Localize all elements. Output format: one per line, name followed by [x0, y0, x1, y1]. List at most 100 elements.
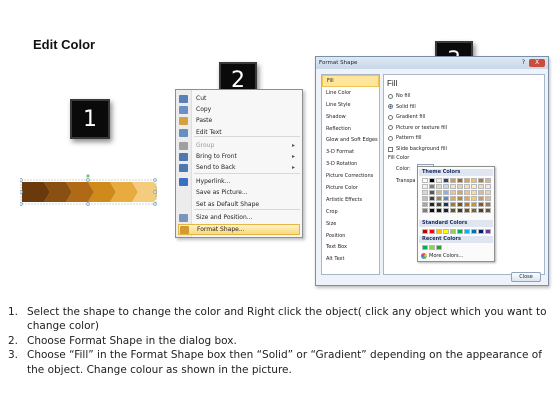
color-swatch[interactable] — [464, 196, 470, 201]
color-swatch[interactable] — [471, 229, 477, 234]
nav-item-3-d-format[interactable]: 3-D Format — [322, 146, 379, 158]
color-swatch[interactable] — [457, 178, 463, 183]
close-button[interactable]: Close — [511, 272, 541, 282]
menu-item-bring-to-front[interactable]: Bring to Front ▸ — [178, 151, 300, 162]
color-swatch[interactable] — [422, 229, 428, 234]
radio-pattern-fill[interactable]: Pattern fill — [388, 134, 422, 142]
color-swatch[interactable] — [464, 202, 470, 207]
help-icon[interactable]: ? — [519, 59, 528, 67]
color-swatch[interactable] — [485, 202, 491, 207]
color-swatch[interactable] — [478, 190, 484, 195]
color-swatch[interactable] — [422, 190, 428, 195]
color-swatch[interactable] — [485, 229, 491, 234]
color-swatch[interactable] — [436, 229, 442, 234]
color-swatch[interactable] — [436, 208, 442, 213]
color-swatch[interactable] — [471, 190, 477, 195]
menu-item-format-shape[interactable]: Format Shape... — [178, 224, 300, 235]
resize-handle[interactable] — [20, 202, 23, 206]
menu-item-paste[interactable]: Paste — [178, 115, 300, 126]
color-swatch[interactable] — [471, 196, 477, 201]
color-swatch[interactable] — [471, 184, 477, 189]
color-swatch[interactable] — [464, 184, 470, 189]
color-swatch[interactable] — [464, 208, 470, 213]
color-swatch[interactable] — [450, 190, 456, 195]
menu-item-send-to-back[interactable]: Send to Back ▸ — [178, 162, 300, 173]
resize-handle[interactable] — [153, 178, 157, 182]
color-swatch[interactable] — [429, 229, 435, 234]
color-swatch[interactable] — [457, 208, 463, 213]
chevron-segment[interactable] — [22, 182, 50, 202]
color-swatch[interactable] — [457, 190, 463, 195]
nav-item-shadow[interactable]: Shadow — [322, 111, 379, 123]
color-swatch[interactable] — [485, 208, 491, 213]
color-swatch[interactable] — [457, 202, 463, 207]
menu-item-hyperlink[interactable]: Hyperlink... — [178, 176, 300, 187]
color-swatch[interactable] — [443, 196, 449, 201]
color-swatch[interactable] — [436, 178, 442, 183]
radio-picture-or-texture-fill[interactable]: Picture or texture fill — [388, 124, 447, 132]
color-swatch[interactable] — [436, 190, 442, 195]
color-swatch[interactable] — [422, 178, 428, 183]
color-swatch[interactable] — [471, 208, 477, 213]
nav-item-picture-color[interactable]: Picture Color — [322, 182, 379, 194]
color-swatch[interactable] — [464, 229, 470, 234]
color-swatch[interactable] — [443, 208, 449, 213]
more-colors-item[interactable]: More Colors... — [421, 253, 463, 259]
color-swatch[interactable] — [450, 184, 456, 189]
color-swatch[interactable] — [429, 190, 435, 195]
resize-handle[interactable] — [153, 202, 157, 206]
color-swatch[interactable] — [443, 190, 449, 195]
slide-background-fill-checkbox[interactable]: Slide background fill — [388, 145, 447, 153]
color-swatch[interactable] — [478, 208, 484, 213]
color-swatch[interactable] — [485, 190, 491, 195]
color-swatch[interactable] — [436, 202, 442, 207]
color-swatch[interactable] — [429, 178, 435, 183]
chevron-shape-strip[interactable] — [20, 174, 157, 210]
color-swatch[interactable] — [450, 202, 456, 207]
nav-item-crop[interactable]: Crop — [322, 206, 379, 218]
resize-handle[interactable] — [153, 190, 157, 194]
color-swatch[interactable] — [464, 190, 470, 195]
color-swatch[interactable] — [422, 245, 428, 250]
color-swatch[interactable] — [443, 202, 449, 207]
color-swatch[interactable] — [450, 178, 456, 183]
color-swatch[interactable] — [436, 245, 442, 250]
color-swatch[interactable] — [422, 202, 428, 207]
dialog-close-icon[interactable]: X — [529, 59, 545, 67]
resize-handle[interactable] — [86, 178, 90, 182]
color-swatch[interactable] — [485, 196, 491, 201]
color-swatch[interactable] — [471, 178, 477, 183]
nav-item-artistic-effects[interactable]: Artistic Effects — [322, 194, 379, 206]
color-swatch[interactable] — [443, 184, 449, 189]
color-swatch[interactable] — [478, 178, 484, 183]
nav-item-size[interactable]: Size — [322, 218, 379, 230]
color-swatch[interactable] — [457, 196, 463, 201]
color-swatch[interactable] — [450, 229, 456, 234]
nav-item-alt-text[interactable]: Alt Text — [322, 253, 379, 265]
color-swatch[interactable] — [429, 184, 435, 189]
color-swatch[interactable] — [436, 196, 442, 201]
nav-item-text-box[interactable]: Text Box — [322, 241, 379, 253]
radio-gradient-fill[interactable]: Gradient fill — [388, 113, 425, 121]
color-swatch[interactable] — [485, 178, 491, 183]
color-swatch[interactable] — [443, 178, 449, 183]
resize-handle[interactable] — [20, 178, 23, 182]
color-swatch[interactable] — [478, 202, 484, 207]
color-swatch[interactable] — [429, 202, 435, 207]
color-swatch[interactable] — [429, 208, 435, 213]
radio-no-fill[interactable]: No fill — [388, 92, 410, 100]
nav-item-position[interactable]: Position — [322, 230, 379, 242]
nav-item-reflection[interactable]: Reflection — [322, 123, 379, 135]
nav-item-3-d-rotation[interactable]: 3-D Rotation — [322, 158, 379, 170]
color-swatch[interactable] — [443, 229, 449, 234]
color-swatch[interactable] — [478, 196, 484, 201]
color-swatch[interactable] — [422, 196, 428, 201]
color-swatch[interactable] — [471, 202, 477, 207]
color-swatch[interactable] — [450, 208, 456, 213]
menu-item-save-as-picture[interactable]: Save as Picture... — [178, 187, 300, 198]
color-swatch[interactable] — [450, 196, 456, 201]
menu-item-copy[interactable]: Copy — [178, 104, 300, 115]
color-swatch[interactable] — [464, 178, 470, 183]
color-swatch[interactable] — [422, 208, 428, 213]
color-swatch[interactable] — [478, 184, 484, 189]
